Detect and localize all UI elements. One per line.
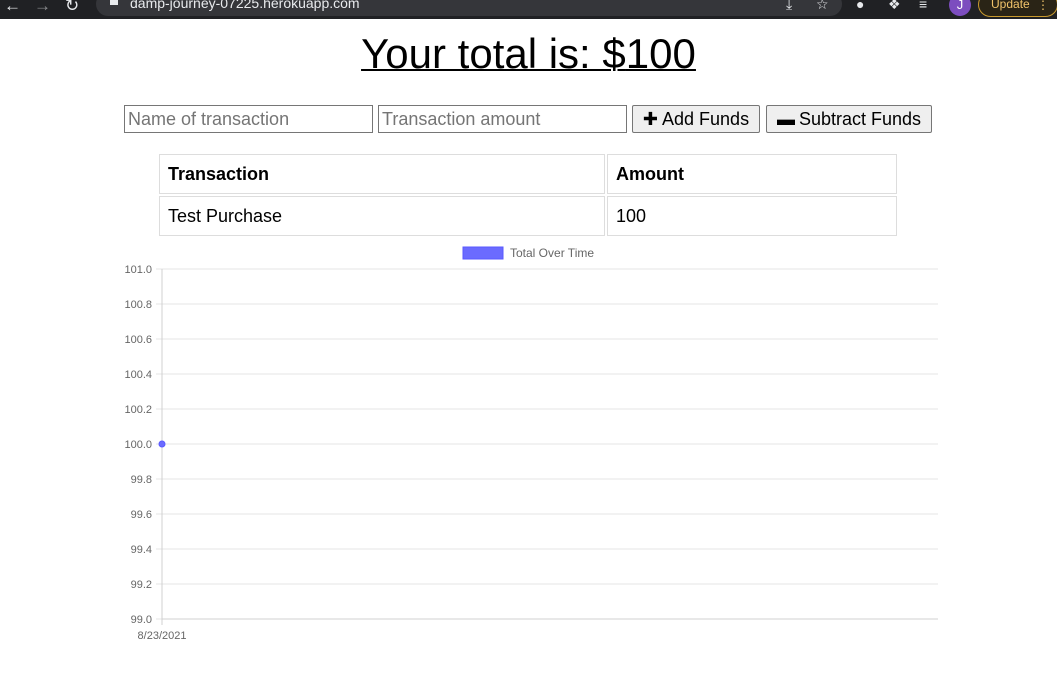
y-tick-label: 99.4 [131, 544, 152, 556]
legend-label: Total Over Time [510, 246, 594, 260]
x-tick-label: 8/23/2021 [138, 630, 187, 642]
y-tick-label: 100.8 [124, 299, 152, 311]
y-tick-label: 100.4 [124, 369, 152, 381]
chart-canvas: 101.0 100.8 100.6 100.4 100.2 100.0 99.8 99.6 99… [124, 246, 938, 642]
y-tick-label: 99.0 [131, 614, 152, 626]
y-tick-label: 100.2 [124, 404, 152, 416]
y-tick-label: 100.0 [124, 439, 152, 451]
y-tick-label: 100.6 [124, 334, 152, 346]
legend-swatch [462, 246, 504, 260]
y-tick-label: 99.6 [131, 509, 152, 521]
y-tick-label: 101.0 [124, 264, 152, 276]
y-tick-label: 99.8 [131, 474, 152, 486]
total-over-time-chart: 101.0 100.8 100.6 100.4 100.2 100.0 99.8 99.6 99… [0, 0, 1057, 686]
data-point [158, 440, 166, 448]
y-tick-label: 99.2 [131, 579, 152, 591]
